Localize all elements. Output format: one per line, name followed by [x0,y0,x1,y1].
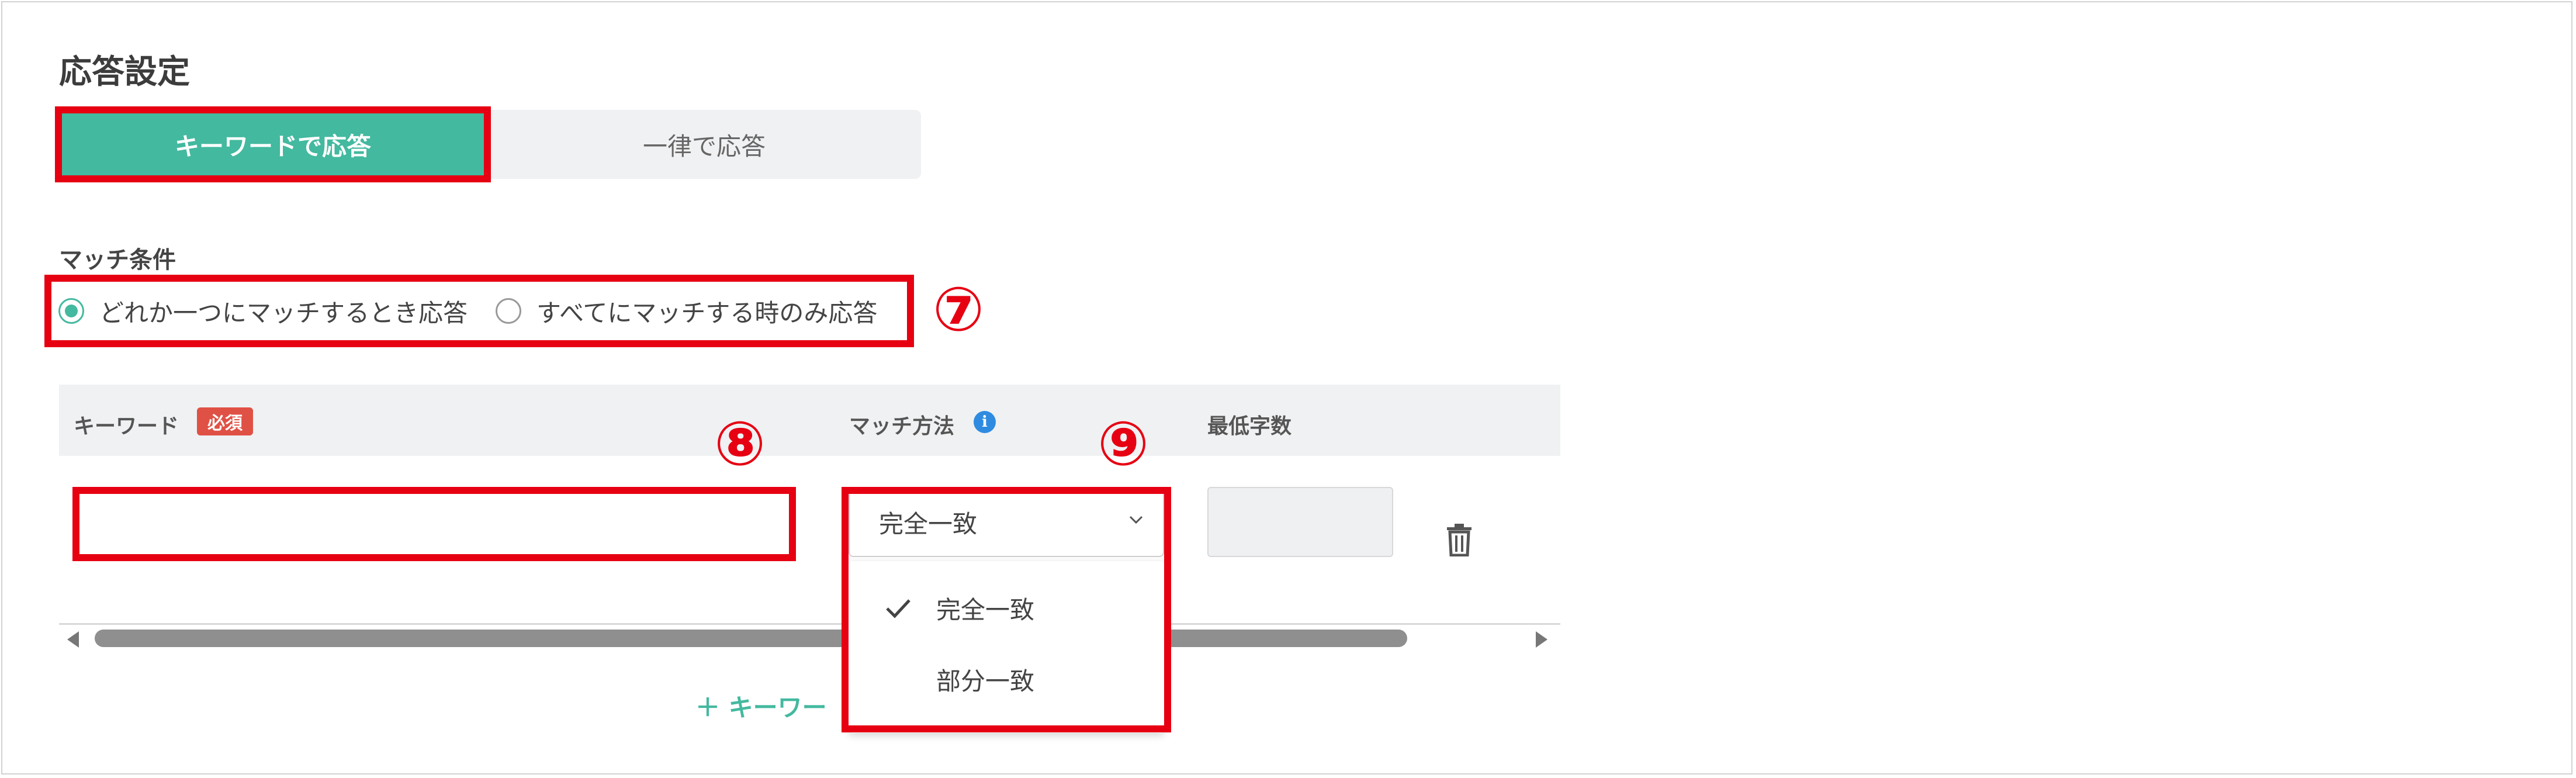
info-icon[interactable]: i [974,411,996,433]
dropdown-option-partial[interactable]: 部分一致 [849,647,1164,711]
match-condition-label: マッチ条件 [59,247,176,274]
annotation-9: ⑨ [1097,408,1149,479]
dropdown-option-exact-label: 完全一致 [936,595,1035,624]
radio-any[interactable] [58,298,84,324]
scroll-right-arrow-icon[interactable] [1536,631,1547,648]
tab-keyword-response[interactable]: キーワードで応答 [58,110,487,179]
match-method-selected-value: 完全一致 [879,509,978,538]
keyword-input[interactable] [72,487,796,561]
scroll-left-arrow-icon[interactable] [67,631,79,648]
header-min-chars: 最低字数 [1207,414,1292,438]
chevron-down-icon [1127,510,1145,534]
horizontal-scrollbar-thumb[interactable] [95,630,1407,647]
radio-all-label: すべてにマッチする時のみ応答 [536,298,878,327]
keyword-table-header [59,385,1560,456]
header-match-method: マッチ方法 [849,414,955,438]
radio-any-label: どれか一つにマッチするとき応答 [99,298,468,327]
dropdown-option-exact[interactable]: 完全一致 [849,576,1164,640]
section-title: 応答設定 [59,53,190,91]
horizontal-scrollbar-track [59,623,1560,625]
trash-icon[interactable] [1446,524,1473,557]
dropdown-option-partial-label: 部分一致 [936,666,1035,696]
radio-option-any[interactable]: どれか一つにマッチするとき応答 [58,293,468,329]
add-keyword-button[interactable]: ＋ キーワー [695,688,827,724]
min-chars-input[interactable] [1207,487,1393,557]
annotation-7: ⑦ [933,274,985,345]
header-keyword: キーワード [74,414,179,438]
radio-option-all[interactable]: すべてにマッチする時のみ応答 [496,293,877,329]
radio-all[interactable] [496,298,522,324]
match-method-select[interactable]: 完全一致 [849,487,1164,557]
required-badge: 必須 [197,407,253,435]
annotation-8: ⑧ [714,408,766,479]
tab-uniform-response[interactable]: 一律で応答 [487,110,921,179]
match-condition-radio-group: どれか一つにマッチするとき応答 すべてにマッチする時のみ応答 [58,291,877,331]
